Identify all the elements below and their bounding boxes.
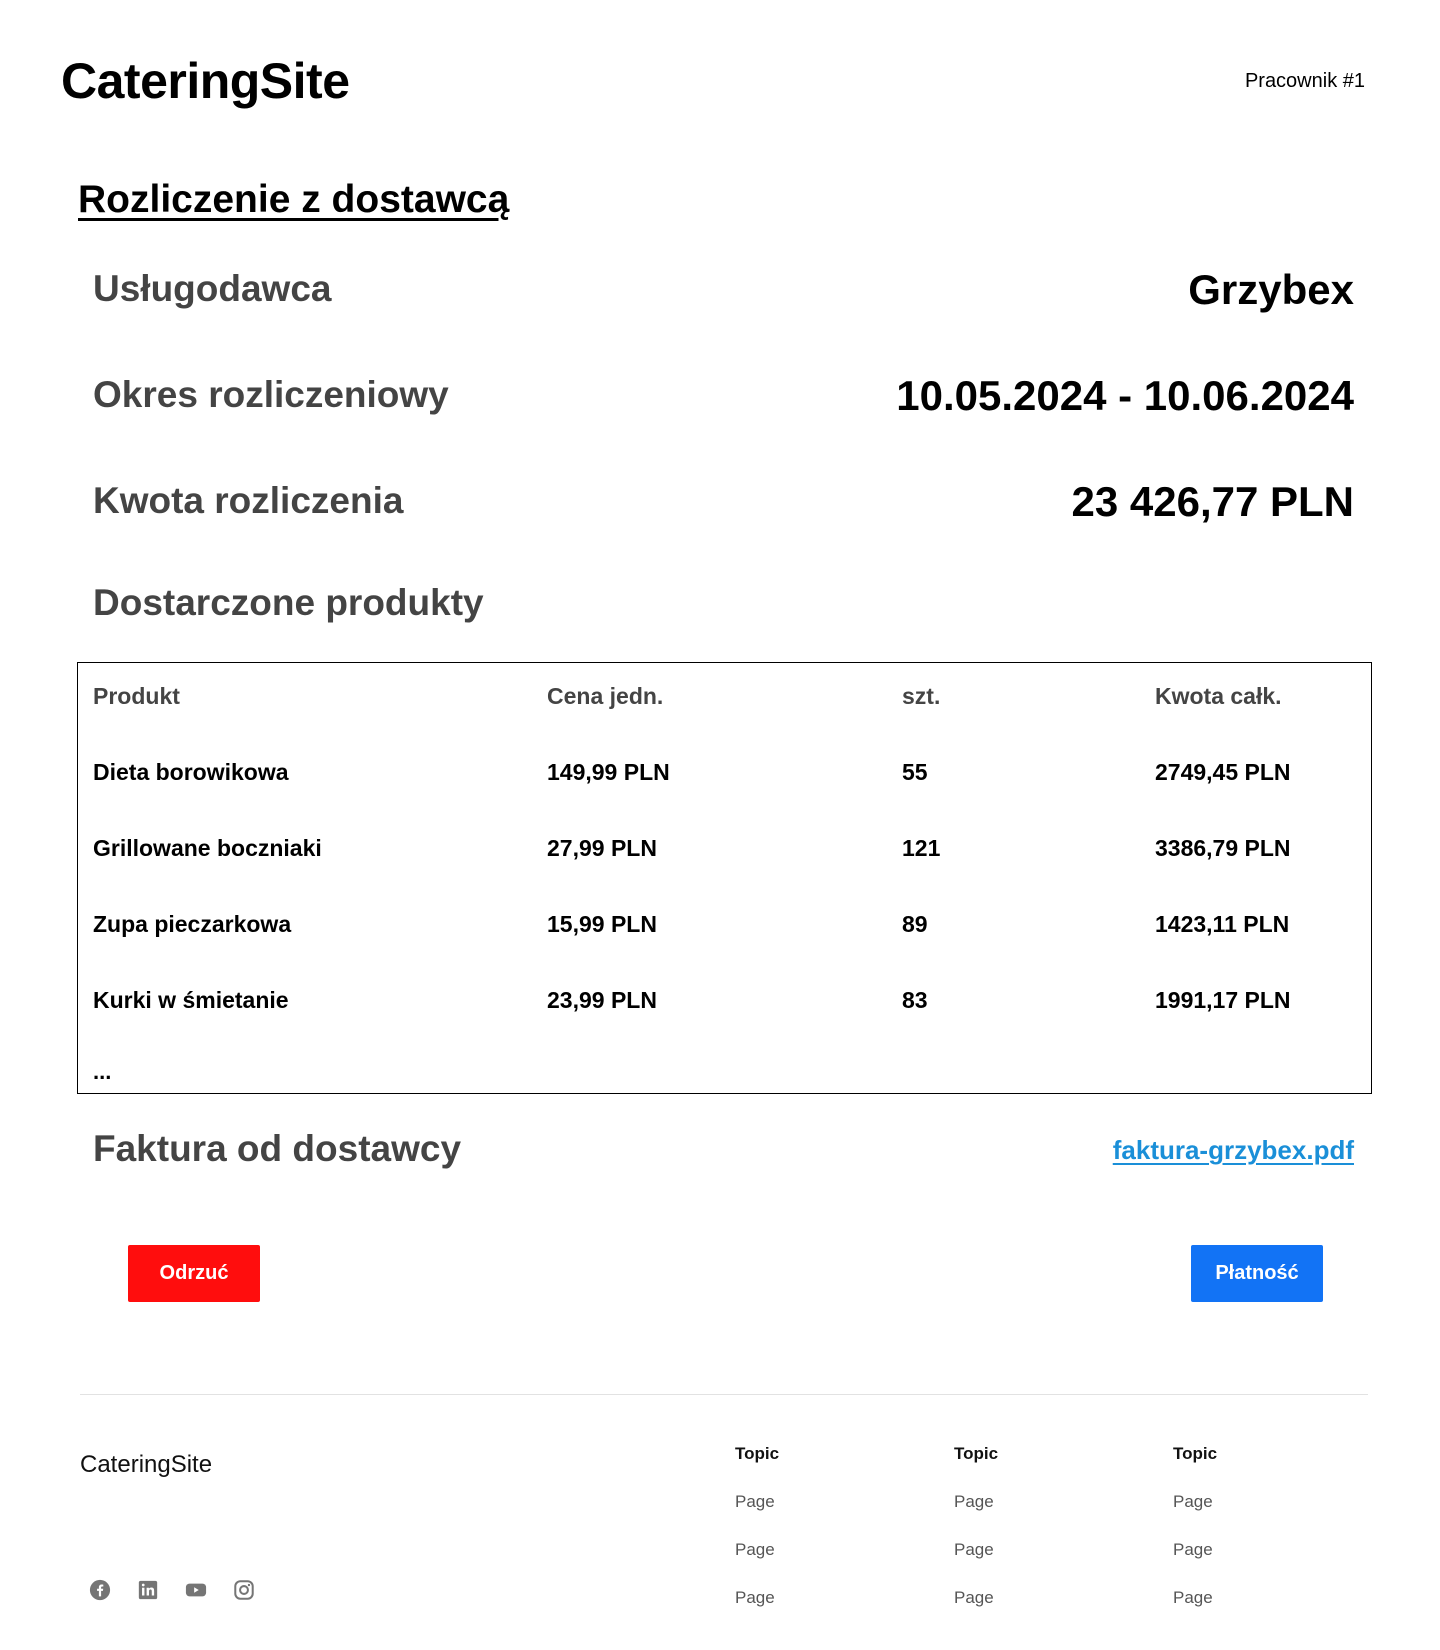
footer-link[interactable]: Page <box>954 1540 1114 1588</box>
invoice-label: Faktura od dostawcy <box>93 1128 462 1169</box>
provider-label: Usługodawca <box>93 268 332 309</box>
footer-column-title: Topic <box>735 1444 780 1463</box>
amount-label: Kwota rozliczenia <box>93 480 404 521</box>
more-rows-indicator: ... <box>93 1059 112 1084</box>
product-name: Zupa pieczarkowa <box>93 911 292 937</box>
instagram-icon[interactable] <box>233 1579 255 1601</box>
total-price: 1991,17 PLN <box>1155 987 1291 1013</box>
user-name[interactable]: Pracownik #1 <box>1245 70 1365 93</box>
page-title: Rozliczenie z dostawcą <box>78 178 510 221</box>
product-name: Kurki w śmietanie <box>93 987 289 1013</box>
table-row: Grillowane boczniaki 27,99 PLN 121 3386,… <box>78 835 1371 875</box>
unit-price: 23,99 PLN <box>547 987 657 1013</box>
footer-link[interactable]: Page <box>954 1492 1114 1540</box>
product-name: Dieta borowikowa <box>93 759 289 785</box>
youtube-icon[interactable] <box>185 1579 207 1601</box>
footer-link[interactable]: Page <box>735 1492 895 1540</box>
footer-column: Topic Page Page Page <box>954 1444 1114 1636</box>
quantity: 121 <box>902 835 941 861</box>
total-price: 2749,45 PLN <box>1155 759 1291 785</box>
reject-button[interactable]: Odrzuć <box>128 1245 260 1302</box>
footer-column-title: Topic <box>954 1444 999 1463</box>
unit-price: 149,99 PLN <box>547 759 670 785</box>
column-header-quantity: szt. <box>902 683 941 709</box>
site-logo[interactable]: CateringSite <box>61 52 350 110</box>
footer-column: Topic Page Page Page <box>735 1444 895 1636</box>
footer-link[interactable]: Page <box>1173 1540 1333 1588</box>
column-header-product: Produkt <box>93 683 180 709</box>
footer-divider <box>80 1394 1368 1395</box>
period-value: 10.05.2024 - 10.06.2024 <box>896 372 1354 419</box>
provider-value: Grzybex <box>1188 266 1354 313</box>
products-section-title: Dostarczone produkty <box>93 582 484 623</box>
column-header-unit-price: Cena jedn. <box>547 683 664 709</box>
total-price: 3386,79 PLN <box>1155 835 1291 861</box>
quantity: 89 <box>902 911 928 937</box>
footer-link[interactable]: Page <box>735 1588 895 1636</box>
header: CateringSite Pracownik #1 <box>0 0 1440 165</box>
footer-link[interactable]: Page <box>735 1540 895 1588</box>
footer-brand: CateringSite <box>80 1451 213 1478</box>
quantity: 83 <box>902 987 928 1013</box>
table-row: Dieta borowikowa 149,99 PLN 55 2749,45 P… <box>78 759 1371 799</box>
column-header-total: Kwota całk. <box>1155 683 1282 709</box>
table-row: Kurki w śmietanie 23,99 PLN 83 1991,17 P… <box>78 987 1371 1027</box>
unit-price: 15,99 PLN <box>547 911 657 937</box>
product-name: Grillowane boczniaki <box>93 835 322 861</box>
products-table: Produkt Cena jedn. szt. Kwota całk. Diet… <box>77 662 1372 1094</box>
footer-link[interactable]: Page <box>1173 1492 1333 1540</box>
amount-value: 23 426,77 PLN <box>1071 478 1354 525</box>
unit-price: 27,99 PLN <box>547 835 657 861</box>
linkedin-icon[interactable] <box>137 1579 159 1601</box>
quantity: 55 <box>902 759 928 785</box>
period-label: Okres rozliczeniowy <box>93 374 449 415</box>
footer-link[interactable]: Page <box>1173 1588 1333 1636</box>
total-price: 1423,11 PLN <box>1155 911 1290 937</box>
payment-button[interactable]: Płatność <box>1191 1245 1323 1302</box>
table-row: Zupa pieczarkowa 15,99 PLN 89 1423,11 PL… <box>78 911 1371 951</box>
footer-link[interactable]: Page <box>954 1588 1114 1636</box>
invoice-file-link[interactable]: faktura-grzybex.pdf <box>1113 1135 1354 1166</box>
facebook-icon[interactable] <box>89 1579 111 1601</box>
footer-column: Topic Page Page Page <box>1173 1444 1333 1636</box>
footer-column-title: Topic <box>1173 1444 1218 1463</box>
